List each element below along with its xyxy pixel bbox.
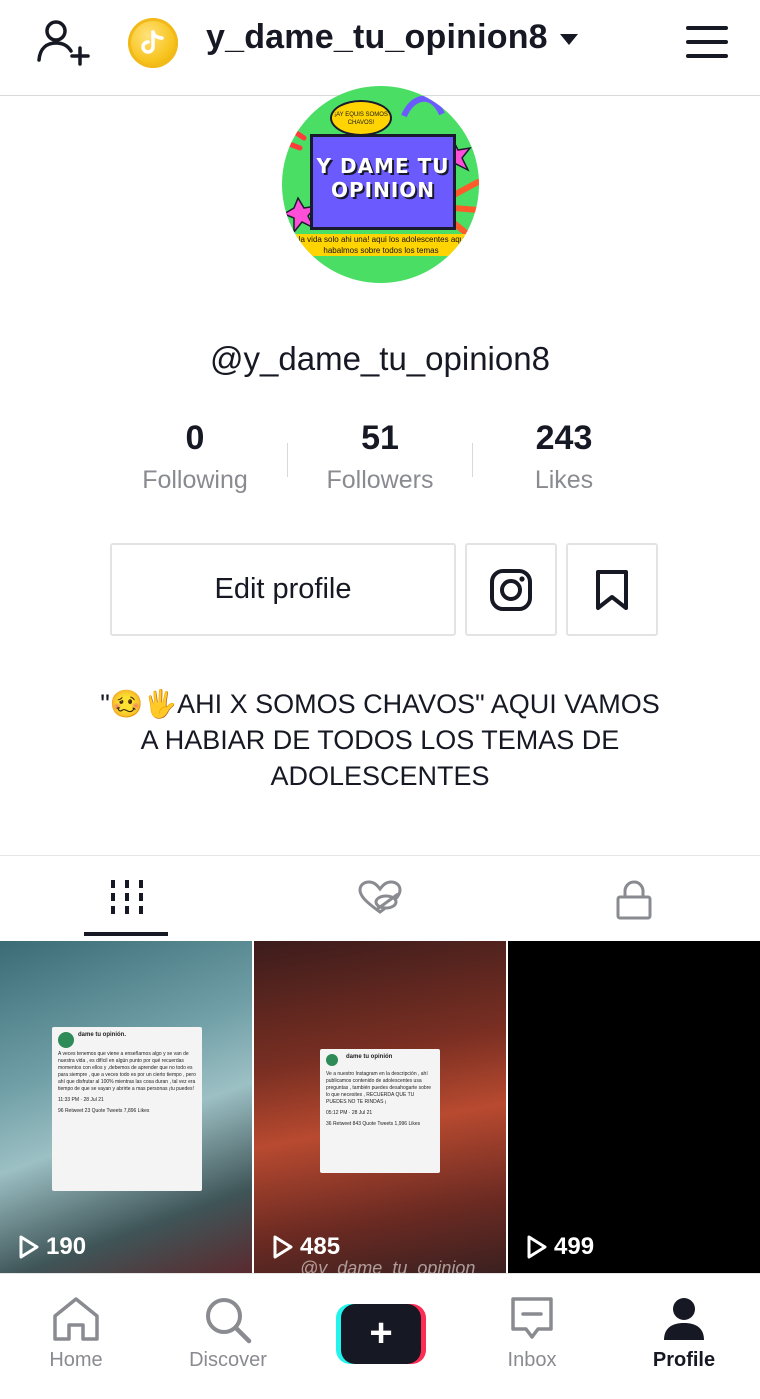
create-button[interactable]: + — [336, 1304, 426, 1364]
view-count: 485 — [272, 1233, 340, 1261]
avatar — [58, 1032, 74, 1048]
tweet-meta: 05:12 PM · 28 Jul 21 — [326, 1110, 373, 1116]
stat-label: Following — [142, 466, 248, 494]
tweet-author: dame tu opinión. — [78, 1032, 126, 1038]
tweet-text: A veces tenemos que viene a enseñarnos a… — [58, 1051, 196, 1092]
stat-followers[interactable]: 51 Followers — [290, 418, 470, 495]
tweet-author: dame tu opinión — [346, 1054, 393, 1060]
stat-value: 0 — [185, 419, 205, 457]
nav-profile[interactable]: Profile — [608, 1274, 760, 1399]
instagram-button[interactable] — [465, 543, 557, 636]
view-count-value: 499 — [554, 1233, 595, 1260]
nav-home[interactable]: Home — [0, 1274, 152, 1399]
edit-profile-label: Edit profile — [214, 573, 352, 605]
bookmark-icon — [596, 569, 628, 610]
nav-inbox[interactable]: Inbox — [456, 1274, 608, 1399]
stat-likes[interactable]: 243 Likes — [474, 418, 654, 495]
nav-discover-label: Discover — [189, 1349, 267, 1371]
nav-inbox-label: Inbox — [507, 1349, 557, 1371]
coin-icon[interactable] — [128, 18, 178, 68]
search-icon — [206, 1298, 252, 1344]
nav-profile-label: Profile — [652, 1349, 716, 1371]
hidden-heart-icon — [357, 880, 402, 914]
view-count-value: 190 — [46, 1233, 87, 1260]
tweet-card: dame tu opinión. A veces tenemos que vie… — [52, 1027, 202, 1191]
stat-value: 51 — [361, 419, 399, 457]
tweet-meta: 11:33 PM · 28 Jul 21 — [58, 1097, 104, 1103]
divider — [472, 443, 473, 477]
play-icon — [273, 1235, 293, 1259]
stat-following[interactable]: 0 Following — [105, 418, 285, 495]
profile-bio: "🥴🖐AHI X SOMOS CHAVOS" AQUI VAMOS A HABI… — [100, 689, 660, 791]
active-tab-indicator — [84, 932, 168, 936]
bottom-navigation: Home Discover + Inbox Profile — [0, 1273, 760, 1399]
tweet-card: dame tu opinión Ve a nuestro Instagram e… — [320, 1049, 440, 1173]
account-switcher-username[interactable]: y_dame_tu_opinion8 — [206, 18, 548, 57]
instagram-icon — [490, 568, 532, 611]
tweet-stats: 36 Retweet 843 Quote Tweets 1,996 Likes — [326, 1121, 421, 1127]
edit-profile-button[interactable]: Edit profile — [110, 543, 456, 636]
add-user-icon[interactable] — [36, 18, 90, 66]
stat-value: 243 — [535, 419, 593, 457]
menu-icon[interactable] — [686, 26, 728, 58]
tab-videos[interactable] — [0, 856, 253, 938]
lock-icon — [616, 880, 651, 920]
profile-handle: @y_dame_tu_opinion8 — [210, 340, 550, 377]
grid-icon — [110, 880, 143, 914]
chevron-down-icon[interactable] — [560, 34, 578, 45]
divider — [287, 443, 288, 477]
avatar[interactable]: ¡AY EQUIS SOMOS CHAVOS! Y DAME TU OPINIO… — [282, 86, 479, 283]
avatar-bubble: ¡AY EQUIS SOMOS CHAVOS! — [330, 100, 392, 136]
home-icon — [53, 1297, 99, 1341]
content-tabs — [0, 855, 760, 937]
play-icon — [527, 1235, 547, 1259]
plus-icon: + — [341, 1304, 421, 1364]
stat-label: Followers — [326, 466, 434, 494]
avatar — [326, 1054, 338, 1066]
tweet-text: Ve a nuestro Instagram en la descripción… — [326, 1071, 432, 1105]
view-count: 190 — [18, 1233, 86, 1261]
avatar-subtitle: ¡la vida solo ahi una! aqui los adolesce… — [296, 234, 466, 256]
view-count-value: 485 — [300, 1233, 341, 1260]
video-thumbnail[interactable]: dame tu opinión. A veces tenemos que vie… — [0, 941, 252, 1273]
video-thumbnail[interactable]: dame tu opinión Ve a nuestro Instagram e… — [254, 941, 506, 1273]
view-count: 499 — [526, 1233, 594, 1261]
inbox-icon — [511, 1297, 553, 1339]
tab-liked[interactable] — [253, 856, 506, 938]
video-thumbnail[interactable]: 499 — [508, 941, 760, 1273]
tweet-stats: 96 Retweet 23 Quote Tweets 7,896 Likes — [58, 1108, 150, 1114]
play-icon — [19, 1235, 39, 1259]
avatar-title: Y DAME TU OPINION — [316, 154, 450, 202]
profile-icon — [664, 1298, 704, 1340]
stat-label: Likes — [534, 466, 594, 494]
tab-private[interactable] — [507, 856, 760, 938]
nav-home-label: Home — [49, 1349, 103, 1371]
top-bar: y_dame_tu_opinion8 — [0, 0, 760, 96]
favorites-button[interactable] — [566, 543, 658, 636]
nav-discover[interactable]: Discover — [152, 1274, 304, 1399]
